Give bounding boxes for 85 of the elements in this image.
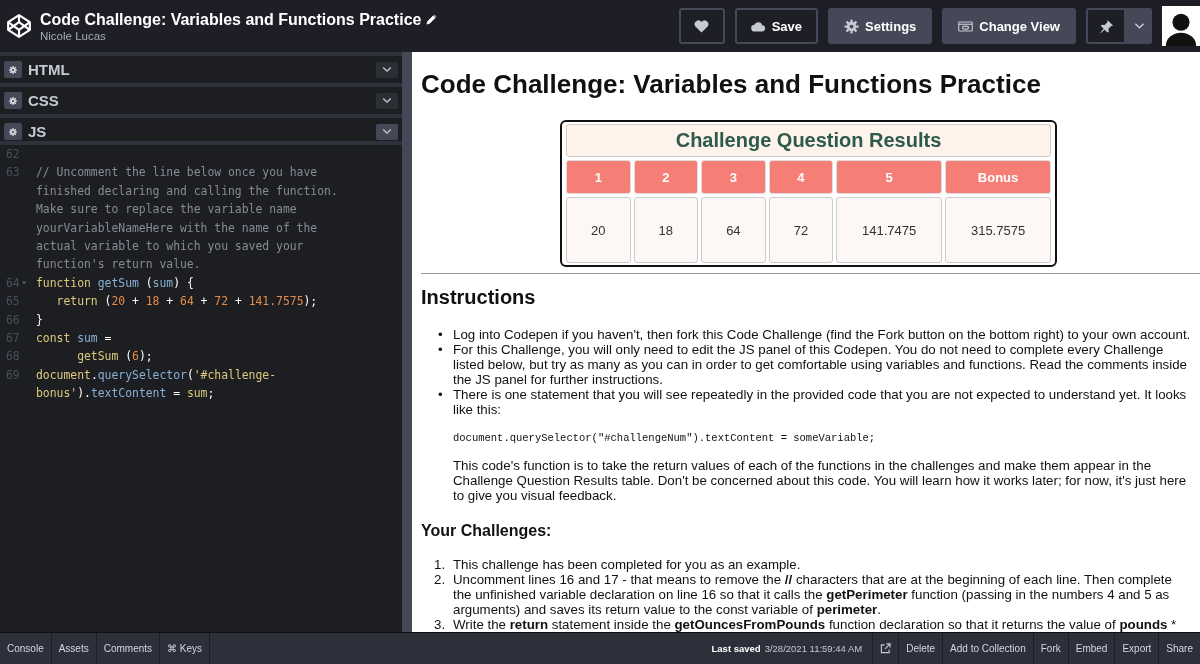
panel-title: JS — [28, 123, 48, 140]
code-line: document.querySelector('#challenge- — [36, 366, 277, 384]
instruction-text: There is one statement that you will see repeatedly in the provided code that you are not expected to understand yet. It looks like this: — [453, 387, 1188, 417]
column-header: 2 — [633, 160, 699, 194]
author-name[interactable]: Nicole Lucas — [40, 29, 438, 42]
column-header: 1 — [566, 160, 631, 194]
page-heading: Code Challenge: Variables and Functions Practice — [421, 69, 1042, 100]
instruction-text: This code's function is to take the return values of each of the functions in the challenges and make them appear in the Challenge Question Results table. Don't be concerned about this code. You will learn how it works later; for now, it's just here to give you visual feedback. — [453, 458, 1188, 503]
list-number: 3. — [434, 617, 447, 632]
table-cell: 315.7575 — [945, 197, 1051, 263]
table-caption: Challenge Question Results — [566, 124, 1051, 157]
gear-icon — [8, 126, 18, 137]
like-button[interactable] — [678, 8, 725, 44]
challenge-text: Write the return statement inside the getOuncesFromPounds function declaration so that it returns the value of pounds* — [453, 617, 1178, 632]
code-line: } — [36, 311, 43, 329]
code-line: function getSum (sum) { — [36, 274, 194, 292]
heart-icon — [694, 18, 710, 34]
gear-icon — [8, 64, 18, 75]
code-line: getSum (6); — [76, 348, 153, 366]
caret-icon — [382, 128, 392, 135]
line-number: 68 — [6, 348, 20, 366]
pin-icon — [1098, 18, 1114, 34]
section-heading: Your Challenges: — [421, 522, 553, 540]
table-cell: 72 — [768, 197, 834, 263]
instruction-text: Log into Codepen if you haven't, then fork this Code Challenge (find the Fork button on the bottom right) to your own account. — [453, 327, 1192, 342]
code-line: return (20 + 18 + 64 + 72 + 141.7575); — [55, 293, 318, 311]
section-heading: Instructions — [421, 286, 537, 309]
saved-time: 3/28/2021 11:59:44 AM — [764, 643, 863, 654]
line-number: 65 — [6, 293, 20, 311]
line-number: 63 — [6, 164, 20, 182]
caret-icon — [382, 97, 392, 104]
code-line: bonus').textContent = sum; — [36, 385, 215, 403]
resize-handle[interactable] — [402, 52, 412, 632]
panel-settings-button[interactable] — [4, 92, 22, 109]
code-line: const sum = — [36, 329, 112, 347]
panel-settings-button[interactable] — [4, 61, 22, 78]
save-button[interactable]: Save — [734, 8, 818, 44]
bullet-marker: • — [437, 327, 444, 342]
challenge-text: Uncomment lines 16 and 17 - that means to remove the // characters that are at the beginning of each line. Then complete the unfinished variable declaration on line 16 so that it calls the getPerimeter function (passing in the numbers 4 and 5 as arguments) and saves its return value to the const variable of perimeter. — [453, 572, 1173, 617]
caret-icon — [382, 66, 392, 73]
code-line: function's return value. — [36, 256, 201, 274]
avatar-image[interactable] — [1162, 6, 1200, 46]
line-number: 64 — [6, 274, 20, 292]
panel-title: HTML — [28, 61, 71, 78]
bullet-marker: • — [437, 387, 444, 404]
table-cell: 64 — [701, 197, 766, 263]
line-number: 66 — [6, 311, 20, 329]
list-number: 2. — [434, 572, 447, 589]
challenge-text: This challenge has been completed for you as an example. — [453, 557, 802, 572]
list-number: 1. — [434, 557, 447, 572]
instruction-text: For this Challenge, you will only need to edit the JS panel of this Codepen. You do not need to complete every Challenge listed below, but try as many as you can in order to get comfortable using variables and functions. Read the comments inside the JS panel for further instructions. — [453, 342, 1188, 387]
cube-logo-icon — [6, 13, 32, 39]
code-line: Make sure to replace the variable name — [36, 201, 297, 219]
line-number: 69 — [6, 366, 20, 384]
column-header: Bonus — [945, 160, 1051, 194]
settings-button[interactable]: Settings — [828, 8, 933, 44]
table-cell: 141.7475 — [836, 197, 943, 263]
saved-label: Last saved — [711, 643, 761, 654]
column-header: 5 — [836, 160, 943, 194]
code-line: actual variable to which you saved your — [36, 237, 304, 255]
window-icon — [958, 18, 974, 34]
bullet-marker: • — [437, 342, 444, 359]
line-number: 62 — [6, 146, 20, 163]
code-line: // Uncomment the line below once you have — [36, 164, 318, 182]
collapse-button[interactable] — [376, 123, 398, 140]
column-header: 3 — [701, 160, 766, 194]
external-link-icon — [880, 643, 892, 654]
pin-button[interactable] — [1086, 8, 1126, 44]
code-snippet: document.querySelector("#challengeNum").textContent = someVariable; — [453, 431, 877, 446]
column-header: 4 — [768, 160, 834, 194]
code-line: yourVariableNameHere with the name of the — [36, 219, 318, 237]
pencil-icon — [426, 14, 438, 25]
panel-title: CSS — [28, 92, 60, 109]
code-line: finished declaring and calling the function. — [36, 182, 338, 200]
table-cell: 20 — [566, 197, 631, 263]
panel-settings-button[interactable] — [4, 123, 22, 140]
gear-icon — [844, 18, 859, 34]
caret-icon — [1133, 22, 1145, 30]
line-number: 67 — [6, 329, 20, 347]
pen-title: Code Challenge: Variables and Functions Practice — [40, 10, 422, 29]
gear-icon — [8, 95, 18, 106]
change-view-button[interactable]: Change View — [942, 8, 1076, 44]
table-cell: 18 — [633, 197, 699, 263]
collapse-button[interactable] — [376, 92, 398, 109]
collapse-button[interactable] — [376, 61, 398, 78]
